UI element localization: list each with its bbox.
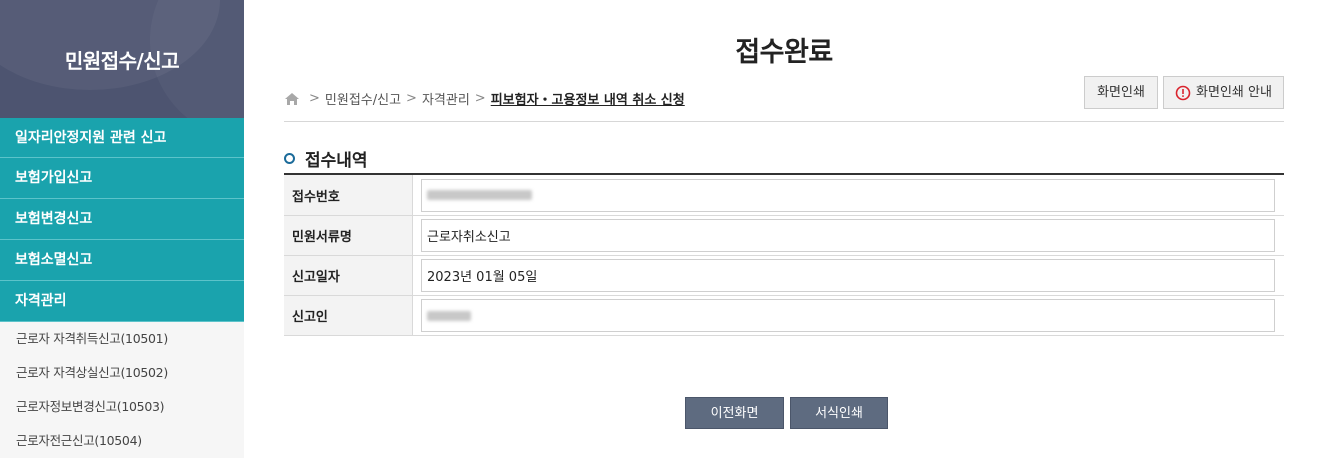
- print-guide-label: 화면인쇄 안내: [1196, 85, 1272, 100]
- row-value: 2023년 01월 05일: [413, 256, 1284, 295]
- main-content: 접수완료 > 민원접수/신고 > 자격관리 > 피보험자・고용정보 내역 취소 …: [284, 0, 1284, 453]
- row-label: 접수번호: [284, 175, 413, 215]
- breadcrumb-separator: >: [309, 91, 320, 106]
- home-icon[interactable]: [284, 92, 300, 106]
- page-title: 접수완료: [735, 37, 833, 68]
- table-row: 신고일자 2023년 01월 05일: [284, 256, 1284, 296]
- sidebar-title: 민원접수/신고: [64, 48, 180, 73]
- table-row: 민원서류명 근로자취소신고: [284, 216, 1284, 256]
- menu-item-qualification[interactable]: 자격관리: [0, 281, 244, 322]
- sidebar-header: 민원접수/신고: [0, 0, 244, 118]
- menu-item-insurance-change[interactable]: 보험변경신고: [0, 199, 244, 240]
- row-value: [413, 296, 1284, 335]
- receipt-table: 접수번호 민원서류명 근로자취소신고 신고일자 2023년 01월 05일 신고…: [284, 173, 1284, 336]
- row-value: 근로자취소신고: [413, 216, 1284, 255]
- document-name-field: 근로자취소신고: [421, 219, 1275, 252]
- breadcrumb-separator: >: [474, 91, 486, 106]
- row-label: 신고일자: [284, 256, 413, 295]
- row-label: 신고인: [284, 296, 413, 335]
- previous-screen-button[interactable]: 이전화면: [685, 397, 784, 429]
- sub-item-info-change[interactable]: 근로자정보변경신고(10503): [0, 390, 244, 424]
- redacted-value: [427, 190, 532, 200]
- breadcrumb-item[interactable]: 자격관리: [422, 89, 470, 108]
- row-value: [413, 175, 1284, 215]
- table-row: 신고인: [284, 296, 1284, 336]
- redacted-value: [427, 310, 471, 321]
- report-date-field: 2023년 01월 05일: [421, 259, 1275, 292]
- breadcrumb-current: 피보험자・고용정보 내역 취소 신청: [490, 93, 685, 108]
- bullet-icon: [284, 153, 295, 164]
- alert-circle-icon: [1175, 85, 1191, 100]
- menu-item-insurance-join[interactable]: 보험가입신고: [0, 158, 244, 199]
- menu-item-job-stability[interactable]: 일자리안정지원 관련 신고: [0, 118, 244, 158]
- receipt-number-field: [421, 178, 1275, 212]
- print-screen-button[interactable]: 화면인쇄: [1084, 76, 1158, 109]
- reporter-field: [421, 299, 1275, 332]
- sub-menu: 근로자 자격취득신고(10501) 근로자 자격상실신고(10502) 근로자정…: [0, 322, 244, 458]
- breadcrumb: > 민원접수/신고 > 자격관리 > 피보험자・고용정보 내역 취소 신청: [284, 89, 685, 108]
- print-form-button[interactable]: 서식인쇄: [790, 397, 888, 429]
- breadcrumb-separator: >: [406, 91, 417, 106]
- breadcrumb-item[interactable]: 민원접수/신고: [325, 89, 401, 108]
- table-row: 접수번호: [284, 175, 1284, 216]
- divider: [284, 121, 1284, 122]
- print-guide-button[interactable]: 화면인쇄 안내: [1163, 76, 1284, 109]
- menu-item-insurance-terminate[interactable]: 보험소멸신고: [0, 240, 244, 281]
- row-label: 민원서류명: [284, 216, 413, 255]
- sidebar: 민원접수/신고 일자리안정지원 관련 신고 보험가입신고 보험변경신고 보험소멸…: [0, 0, 244, 458]
- section-title-text: 접수내역: [305, 151, 368, 171]
- section-title: 접수내역: [284, 146, 368, 171]
- sub-item-acquire[interactable]: 근로자 자격취득신고(10501): [0, 322, 244, 356]
- sub-item-lose[interactable]: 근로자 자격상실신고(10502): [0, 356, 244, 390]
